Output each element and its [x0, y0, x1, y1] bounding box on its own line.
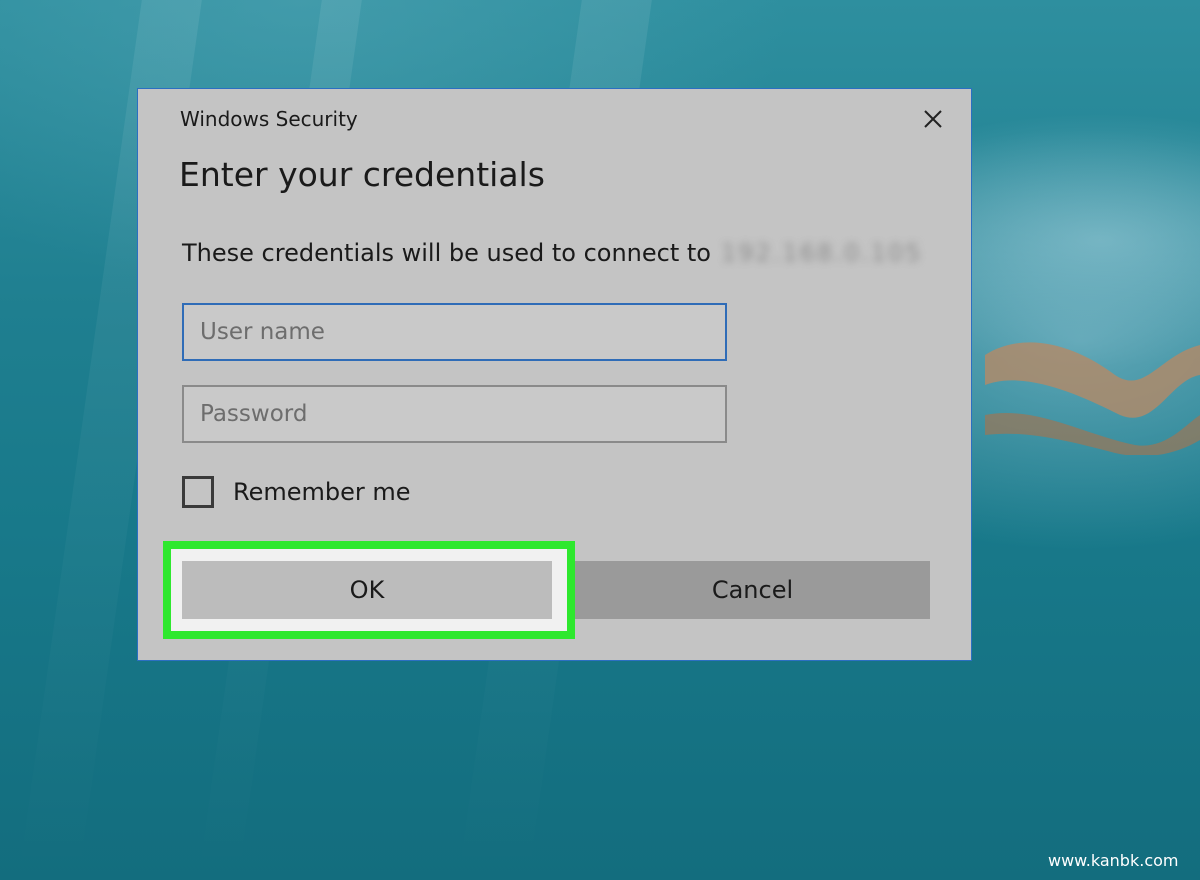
remember-me-checkbox[interactable]	[182, 476, 214, 508]
ribbon-graphic	[985, 342, 1200, 455]
cancel-button[interactable]: Cancel	[575, 561, 930, 619]
username-input[interactable]	[182, 303, 727, 361]
windows-security-dialog: Windows Security Enter your credentials …	[137, 88, 972, 661]
watermark: www.kanbk.com	[1048, 851, 1179, 870]
remember-me-label: Remember me	[233, 478, 411, 506]
close-icon	[924, 110, 942, 128]
dialog-title: Windows Security	[180, 107, 358, 131]
dialog-heading: Enter your credentials	[179, 155, 545, 194]
dialog-message: These credentials will be used to connec…	[182, 239, 923, 267]
close-button[interactable]	[918, 104, 948, 134]
message-text: These credentials will be used to connec…	[182, 239, 711, 267]
ok-button[interactable]: OK	[182, 561, 552, 619]
remember-me-row[interactable]: Remember me	[182, 476, 411, 508]
password-input[interactable]	[182, 385, 727, 443]
blurred-target-address: 192.168.0.105	[720, 239, 923, 267]
